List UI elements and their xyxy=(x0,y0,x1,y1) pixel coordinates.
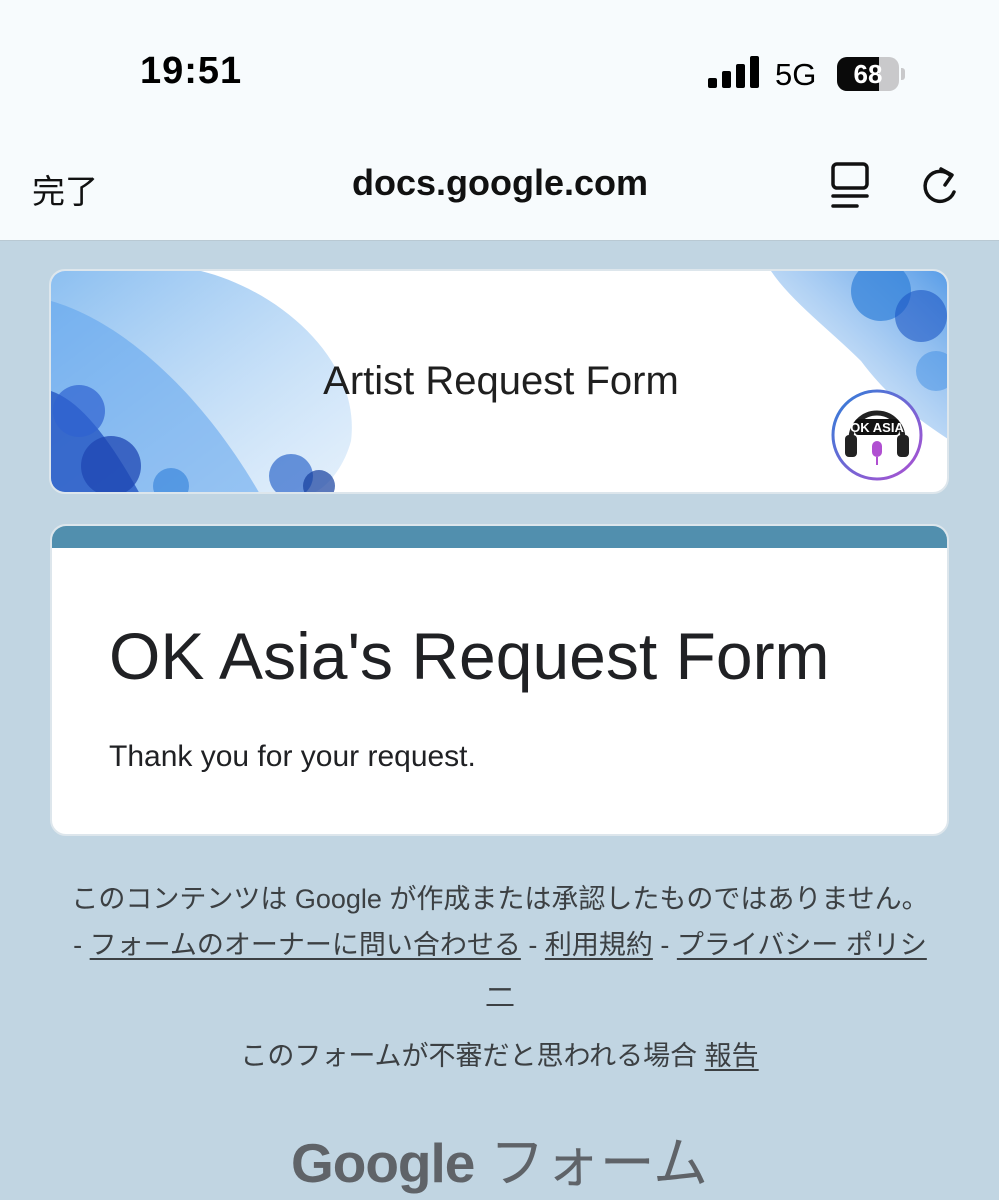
card-accent-bar xyxy=(52,526,947,548)
reload-icon[interactable] xyxy=(914,162,964,212)
signal-bars-icon xyxy=(708,56,759,88)
disclaimer: このコンテンツは Google が作成または承認したものではありません。 - フ… xyxy=(70,876,930,1014)
report-link[interactable]: 報告 xyxy=(705,1041,759,1071)
reader-mode-icon[interactable] xyxy=(827,160,875,212)
report-text: このフォームが不審だと思われる場合 xyxy=(240,1041,705,1071)
url-label[interactable]: docs.google.com xyxy=(250,162,750,204)
battery-cap xyxy=(901,68,905,80)
battery-level: 68 xyxy=(853,59,883,89)
brand-google: Google xyxy=(290,1132,475,1194)
ok-asia-logo: OK ASIA xyxy=(831,389,923,481)
status-bar: 19:51 5G 68 xyxy=(0,0,999,130)
headphones-logo-icon xyxy=(831,389,923,481)
disclaimer-text: このコンテンツは Google が作成または承認したものではありません。 xyxy=(71,884,929,914)
logo-text: OK ASIA xyxy=(850,420,904,435)
form-card: OK Asia's Request Form Thank you for you… xyxy=(50,524,949,836)
header-banner: Artist Request Form OK ASIA xyxy=(49,269,949,494)
form-title: OK Asia's Request Form xyxy=(109,619,830,693)
battery-icon: 68 xyxy=(837,57,905,91)
browser-toolbar: 完了 docs.google.com xyxy=(0,130,999,241)
done-button[interactable]: 完了 xyxy=(32,165,98,213)
report-line: このフォームが不審だと思われる場合 報告 xyxy=(0,1034,999,1073)
contact-owner-link[interactable]: フォームのオーナーに問い合わせる xyxy=(90,930,521,960)
terms-link[interactable]: 利用規約 xyxy=(545,930,653,960)
status-time: 19:51 xyxy=(140,50,243,92)
network-type: 5G xyxy=(775,57,817,92)
separator: - xyxy=(73,930,90,960)
google-forms-brand: Google フォーム xyxy=(0,1118,999,1198)
banner-title: Artist Request Form xyxy=(323,359,679,403)
confirmation-message: Thank you for your request. xyxy=(109,740,476,773)
separator: - xyxy=(652,930,677,960)
brand-forms: フォーム xyxy=(489,1132,709,1194)
battery-body: 68 xyxy=(837,57,899,91)
separator: - xyxy=(520,930,545,960)
